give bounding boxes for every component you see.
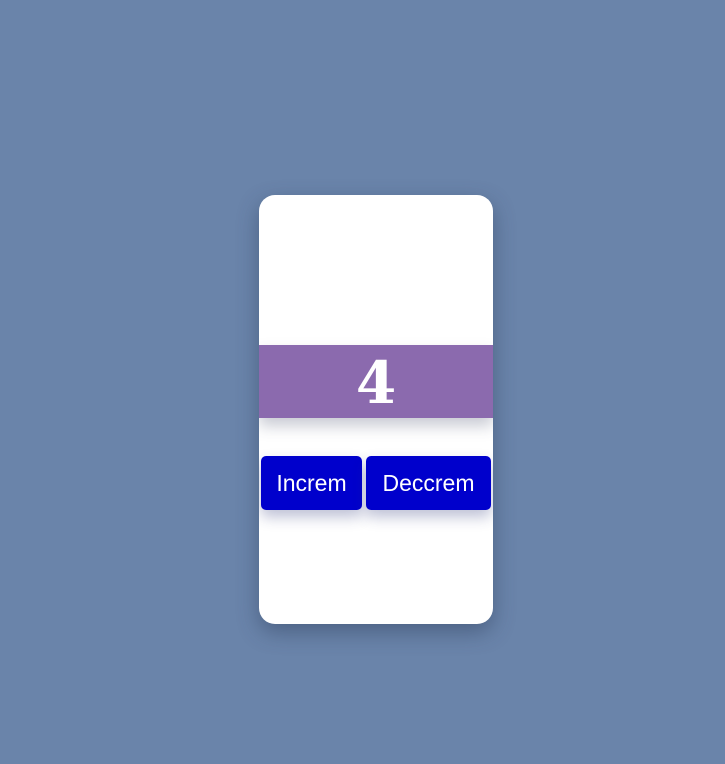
counter-value: 4 — [355, 348, 397, 417]
decrement-button[interactable]: Deccrem — [366, 456, 491, 510]
increment-button[interactable]: Increm — [261, 456, 362, 510]
counter-display: 4 — [259, 345, 493, 418]
counter-card: 4 Increm Deccrem — [259, 195, 493, 624]
